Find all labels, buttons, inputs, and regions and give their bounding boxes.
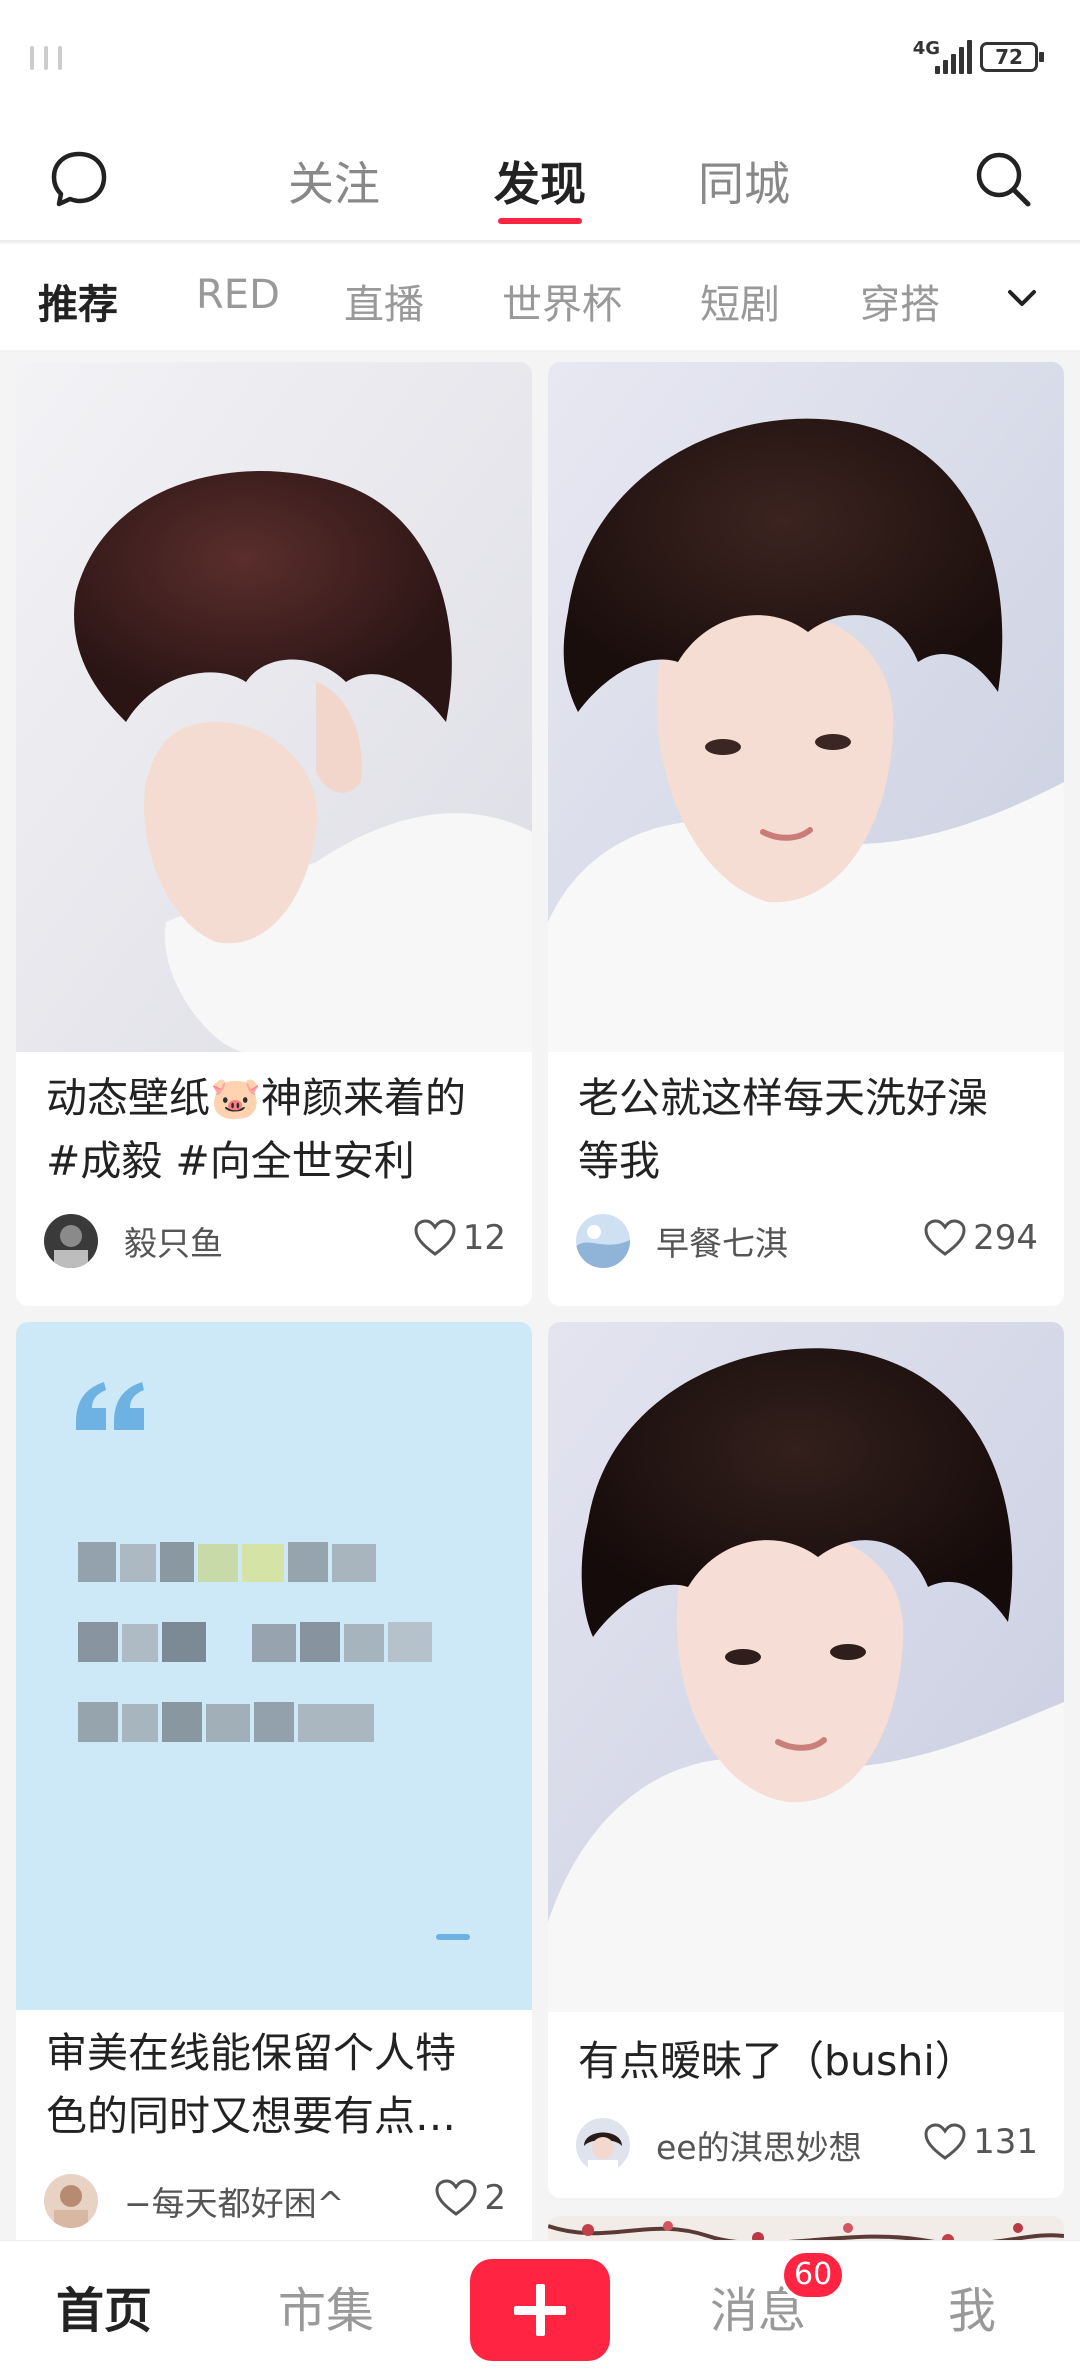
like-count: 12 bbox=[462, 1218, 506, 1258]
like-count: 2 bbox=[484, 2178, 506, 2218]
category-live[interactable]: 直播 bbox=[344, 272, 424, 330]
like-count: 131 bbox=[973, 2122, 1038, 2162]
create-post-button[interactable] bbox=[470, 2259, 610, 2361]
note-title: 动态壁纸🐷神颜来着的 #成毅 #向全世安利 bbox=[46, 1067, 510, 1193]
note-title: 审美在线能保留个人特 色的同时又想要有点… bbox=[46, 2022, 510, 2148]
author-name: 早餐七淇 bbox=[656, 1224, 788, 1263]
note-cover-image bbox=[548, 1322, 1064, 2012]
note-title-line: #成毅 #向全世安利 bbox=[46, 1137, 415, 1185]
chevron-down-icon[interactable] bbox=[1002, 278, 1042, 318]
heart-icon bbox=[435, 2179, 477, 2216]
tab-discover[interactable]: 发现 bbox=[494, 148, 586, 214]
note-title-line: 审美在线能保留个人特 bbox=[46, 2029, 456, 2077]
search-icon[interactable] bbox=[972, 148, 1034, 210]
note-cover-image bbox=[16, 1322, 532, 2010]
messages-badge: 60 bbox=[780, 2249, 847, 2301]
tab-me[interactable]: 我 bbox=[948, 2271, 996, 2341]
tab-home[interactable]: 首页 bbox=[56, 2271, 152, 2341]
category-short-drama[interactable]: 短剧 bbox=[700, 272, 780, 330]
note-title-line: 色的同时又想要有点… bbox=[46, 2092, 456, 2140]
note-cover-image bbox=[16, 362, 532, 1052]
avatar bbox=[44, 2174, 98, 2228]
note-card[interactable]: 老公就这样每天洗好澡 等我 早餐七淇 294 bbox=[548, 362, 1064, 1306]
note-title: 老公就这样每天洗好澡 等我 bbox=[578, 1067, 1042, 1193]
note-author[interactable]: ee的淇思妙想 bbox=[576, 2118, 862, 2172]
author-name: 毅只鱼 bbox=[124, 1224, 223, 1263]
bottom-tab-bar: 首页 市集 消息 60 我 bbox=[0, 2240, 1080, 2376]
note-author[interactable]: 毅只鱼 bbox=[44, 1214, 223, 1268]
category-world-cup[interactable]: 世界杯 bbox=[502, 272, 622, 330]
note-card[interactable]: 动态壁纸🐷神颜来着的 #成毅 #向全世安利 毅只鱼 12 bbox=[16, 362, 532, 1306]
note-cover-image bbox=[548, 362, 1064, 1052]
note-title-line: 等我 bbox=[578, 1137, 660, 1185]
note-author[interactable]: 早餐七淇 bbox=[576, 1214, 788, 1268]
tab-market[interactable]: 市集 bbox=[278, 2271, 374, 2341]
like-count: 294 bbox=[973, 1218, 1038, 1258]
category-red[interactable]: RED bbox=[196, 272, 280, 318]
like-button[interactable]: 294 bbox=[923, 1218, 1038, 1258]
avatar bbox=[576, 1214, 630, 1268]
note-author[interactable]: −每天都好困^ bbox=[44, 2174, 344, 2228]
like-button[interactable]: 2 bbox=[434, 2178, 506, 2218]
tab-follow[interactable]: 关注 bbox=[288, 148, 380, 214]
heart-icon bbox=[924, 1219, 966, 1256]
like-button[interactable]: 131 bbox=[923, 2122, 1038, 2162]
battery-level: 72 bbox=[995, 45, 1023, 69]
note-cover-image bbox=[548, 2216, 1064, 2240]
author-name: ee的淇思妙想 bbox=[656, 2128, 862, 2167]
note-card[interactable]: 有点暧昧了（bushi） ee的淇思妙想 131 bbox=[548, 1322, 1064, 2198]
feed: 动态壁纸🐷神颜来着的 #成毅 #向全世安利 毅只鱼 12 老公就这样每天洗好澡 … bbox=[0, 350, 1080, 2240]
category-recommend[interactable]: 推荐 bbox=[38, 272, 118, 330]
note-title-line: 老公就这样每天洗好澡 bbox=[578, 1074, 988, 1122]
note-title: 有点暧昧了（bushi） bbox=[578, 2030, 1042, 2093]
status-bar: 4G 72 bbox=[0, 0, 1080, 120]
category-bar: 推荐 RED 直播 世界杯 短剧 穿搭 bbox=[0, 244, 1080, 350]
author-name: −每天都好困^ bbox=[124, 2184, 345, 2223]
active-tab-indicator bbox=[498, 218, 582, 224]
top-nav: 关注 发现 同城 bbox=[0, 120, 1080, 242]
heart-icon bbox=[924, 2123, 966, 2160]
like-button[interactable]: 12 bbox=[413, 1218, 506, 1258]
notification-indicators bbox=[30, 46, 62, 70]
category-outfits[interactable]: 穿搭 bbox=[860, 272, 940, 330]
battery-icon: 72 bbox=[980, 42, 1044, 72]
tab-nearby[interactable]: 同城 bbox=[698, 148, 790, 214]
note-card[interactable]: 审美在线能保留个人特 色的同时又想要有点… −每天都好困^ 2 bbox=[16, 1322, 532, 2240]
note-title-line: 有点暧昧了（bushi） bbox=[578, 2037, 976, 2085]
note-card[interactable] bbox=[548, 2216, 1064, 2240]
avatar bbox=[44, 1214, 98, 1268]
note-title-line: 动态壁纸🐷神颜来着的 bbox=[46, 1074, 467, 1122]
heart-icon bbox=[414, 1219, 456, 1256]
signal-icon bbox=[935, 40, 972, 74]
avatar bbox=[576, 2118, 630, 2172]
